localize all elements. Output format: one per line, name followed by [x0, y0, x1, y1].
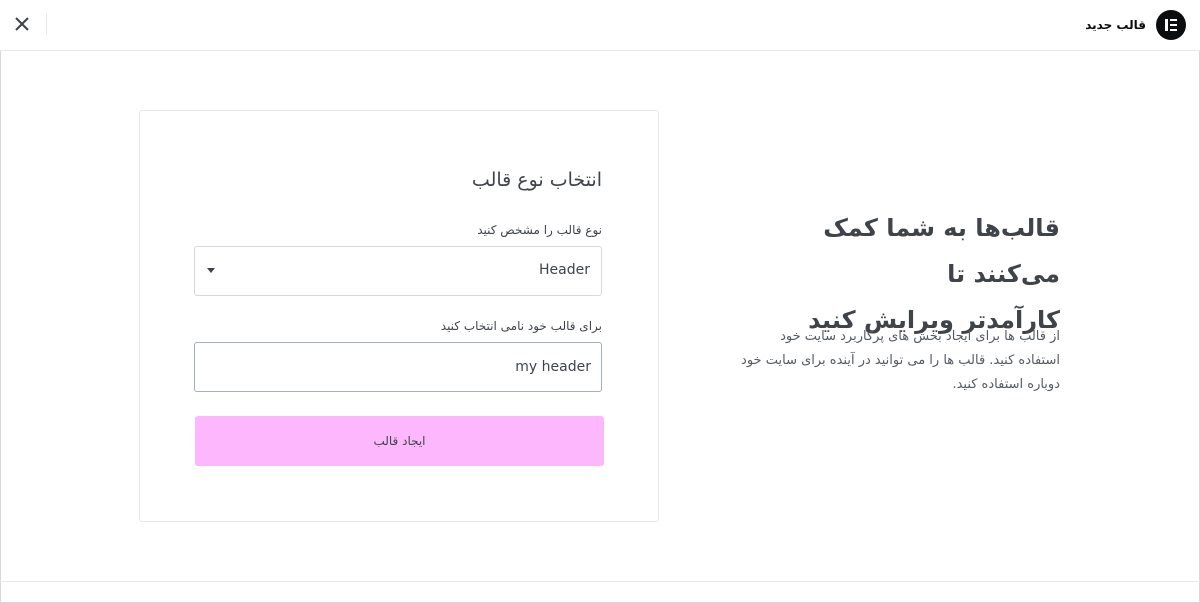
modal-header: قالب جدید [0, 0, 1200, 51]
form-title: انتخاب نوع قالب [471, 169, 602, 191]
elementor-logo-icon [1156, 10, 1186, 40]
header-divider [46, 13, 47, 35]
promo-description-line-1: از قالب ها برای ایجاد بخش های پرکاربرد س… [780, 329, 1060, 344]
chevron-down-icon [207, 268, 215, 273]
promo-description-line-3: دوباره استفاده کنید. [952, 377, 1060, 392]
create-template-button[interactable]: ایجاد قالب [195, 416, 604, 466]
header-brand: قالب جدید [1085, 10, 1186, 40]
footer-divider [0, 581, 1200, 582]
promo-headline: قالب‌ها به شما کمک می‌کنند تا کارآمدتر و… [740, 205, 1060, 343]
close-icon [15, 17, 29, 31]
template-type-select[interactable]: Header [194, 246, 602, 296]
promo-section: قالب‌ها به شما کمک می‌کنند تا کارآمدتر و… [740, 205, 1060, 343]
promo-description-line-2: استفاده کنید. قالب ها را می توانید در آی… [741, 353, 1060, 368]
template-name-label: برای قالب خود نامی انتخاب کنید [440, 319, 602, 333]
modal-title: قالب جدید [1085, 18, 1146, 32]
template-form-card: انتخاب نوع قالب نوع قالب را مشخص کنید He… [139, 110, 659, 522]
promo-description: از قالب ها برای ایجاد بخش های پرکاربرد س… [740, 325, 1060, 397]
template-type-selected-value: Header [539, 262, 590, 278]
close-button[interactable] [10, 12, 34, 36]
template-name-input[interactable] [194, 342, 602, 392]
template-type-label: نوع قالب را مشخص کنید [477, 223, 602, 237]
promo-headline-line-1: قالب‌ها به شما کمک می‌کنند تا [823, 214, 1060, 288]
